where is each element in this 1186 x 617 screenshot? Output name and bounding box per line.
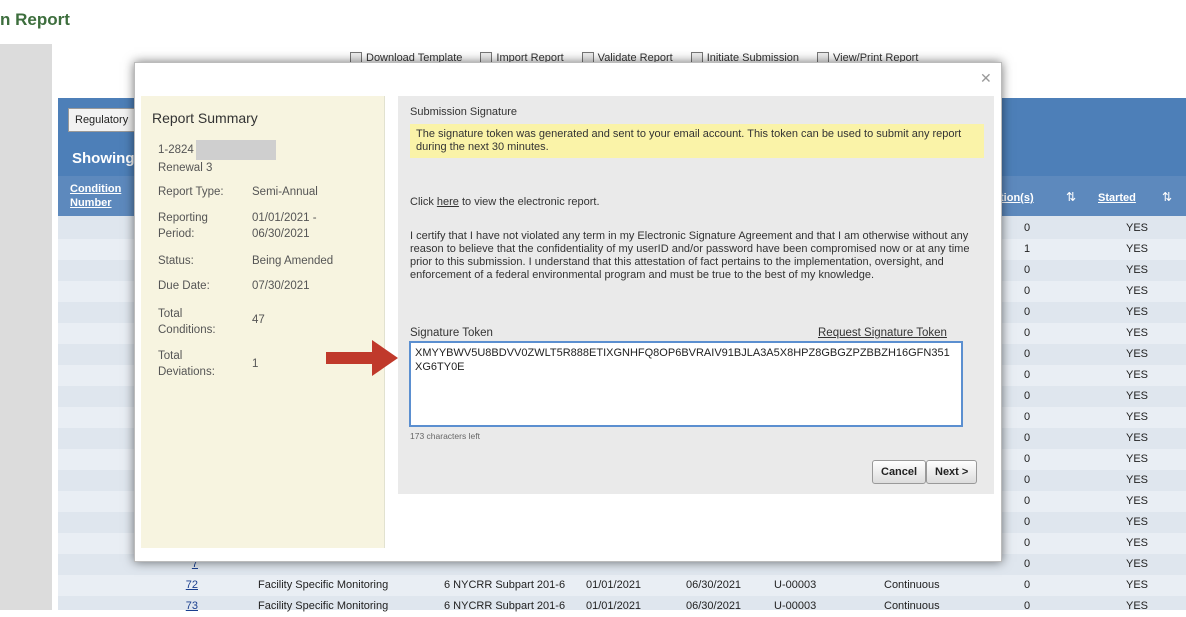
started-value: YES xyxy=(1126,474,1149,486)
deviation-count: 0 xyxy=(1024,474,1031,486)
status-label: Status: xyxy=(158,255,194,267)
condition-number-link[interactable]: 72 xyxy=(118,579,198,591)
close-icon[interactable]: ✕ xyxy=(980,70,992,87)
deviation-count: 0 xyxy=(1024,600,1031,612)
started-value: YES xyxy=(1126,327,1149,339)
deviation-count: 0 xyxy=(1024,537,1031,549)
total-deviations-value: 1 xyxy=(252,358,259,370)
started-value: YES xyxy=(1126,600,1149,612)
rule-citation: 6 NYCRR Subpart 201-6 xyxy=(444,579,566,591)
deviation-count: 0 xyxy=(1024,390,1031,402)
page-title: n Report xyxy=(0,10,70,29)
report-type-value: Semi-Annual xyxy=(252,186,318,198)
start-date: 01/01/2021 xyxy=(586,600,642,612)
token-notice: The signature token was generated and se… xyxy=(410,124,984,158)
sort-icon[interactable]: ⇅ xyxy=(1066,190,1076,204)
deviation-count: 0 xyxy=(1024,432,1031,444)
view-report-link[interactable]: here xyxy=(437,196,459,208)
started-value: YES xyxy=(1126,264,1149,276)
started-value: YES xyxy=(1126,453,1149,465)
report-type-label: Report Type: xyxy=(158,186,224,198)
deviation-count: 0 xyxy=(1024,411,1031,423)
cancel-button[interactable]: Cancel xyxy=(872,460,927,484)
reporting-period-label: Reporting Period: xyxy=(158,212,208,240)
characters-left: 173 characters left xyxy=(410,431,480,441)
monitoring-frequency: Continuous xyxy=(884,600,940,612)
rule-citation: 6 NYCRR Subpart 201-6 xyxy=(444,600,566,612)
deviation-count: 0 xyxy=(1024,264,1031,276)
column-deviations[interactable]: tion(s) xyxy=(1000,192,1034,204)
showing-label: Showing xyxy=(72,150,135,167)
started-value: YES xyxy=(1126,516,1149,528)
renewal-label: Renewal 3 xyxy=(158,162,213,174)
start-date: 01/01/2021 xyxy=(586,579,642,591)
sort-icon[interactable]: ⇅ xyxy=(1162,190,1172,204)
emission-unit: U-00003 xyxy=(774,579,817,591)
signature-token-input[interactable]: XMYYBWV5U8BDVV0ZWLT5R888ETIXGNHFQ8OP6BVR… xyxy=(409,341,963,427)
emission-unit: U-00003 xyxy=(774,600,817,612)
started-value: YES xyxy=(1126,369,1149,381)
red-arrow-icon xyxy=(326,340,398,376)
started-value: YES xyxy=(1126,285,1149,297)
left-sidebar xyxy=(0,44,52,610)
request-signature-token-link[interactable]: Request Signature Token xyxy=(818,327,947,339)
arrow-shape xyxy=(326,340,398,376)
column-started[interactable]: Started xyxy=(1098,192,1136,204)
summary-title: Report Summary xyxy=(152,110,258,126)
started-value: YES xyxy=(1126,579,1149,591)
deviation-count: 1 xyxy=(1024,243,1031,255)
signature-token-label: Signature Token xyxy=(410,327,493,339)
condition-type: Facility Specific Monitoring xyxy=(258,579,389,591)
next-button[interactable]: Next > xyxy=(926,460,978,484)
started-value: YES xyxy=(1126,537,1149,549)
started-value: YES xyxy=(1126,432,1149,444)
deviation-count: 0 xyxy=(1024,558,1031,570)
view-report-line: Click here to view the electronic report… xyxy=(410,196,600,208)
reporting-period-value: 01/01/2021 - 06/30/2021 xyxy=(252,212,317,240)
table-row: 72 Facility Specific Monitoring 6 NYCRR Su… xyxy=(58,575,1186,596)
started-value: YES xyxy=(1126,390,1149,402)
deviation-count: 0 xyxy=(1024,306,1031,318)
deviation-count: 0 xyxy=(1024,285,1031,297)
deviation-count: 0 xyxy=(1024,453,1031,465)
column-condition-number[interactable]: Condition Number xyxy=(70,182,130,210)
condition-type: Facility Specific Monitoring xyxy=(258,600,389,612)
deviation-count: 0 xyxy=(1024,516,1031,528)
certification-text: I certify that I have not violated any t… xyxy=(410,230,970,281)
started-value: YES xyxy=(1126,411,1149,423)
deviation-count: 0 xyxy=(1024,327,1031,339)
total-conditions-value: 47 xyxy=(252,314,265,326)
regulatory-button[interactable]: Regulatory xyxy=(68,108,136,132)
submission-signature-title: Submission Signature xyxy=(410,106,518,118)
started-value: YES xyxy=(1126,306,1149,318)
end-date: 06/30/2021 xyxy=(686,600,742,612)
deviation-count: 0 xyxy=(1024,579,1031,591)
total-deviations-label: Total Deviations: xyxy=(158,350,215,378)
due-date-label: Due Date: xyxy=(158,280,210,292)
started-value: YES xyxy=(1126,222,1149,234)
due-date-value: 07/30/2021 xyxy=(252,280,310,292)
deviation-count: 0 xyxy=(1024,348,1031,360)
deviation-count: 0 xyxy=(1024,369,1031,381)
started-value: YES xyxy=(1126,348,1149,360)
monitoring-frequency: Continuous xyxy=(884,579,940,591)
deviation-count: 0 xyxy=(1024,495,1031,507)
started-value: YES xyxy=(1126,495,1149,507)
total-conditions-label: Total Conditions: xyxy=(158,308,216,336)
started-value: YES xyxy=(1126,558,1149,570)
permit-id: 1-2824 xyxy=(158,144,194,156)
table-row: 73 Facility Specific Monitoring 6 NYCRR Su… xyxy=(58,596,1186,617)
condition-number-link[interactable]: 73 xyxy=(118,600,198,612)
status-value: Being Amended xyxy=(252,255,334,267)
end-date: 06/30/2021 xyxy=(686,579,742,591)
deviation-count: 0 xyxy=(1024,222,1031,234)
redacted-block xyxy=(196,140,276,160)
started-value: YES xyxy=(1126,243,1149,255)
